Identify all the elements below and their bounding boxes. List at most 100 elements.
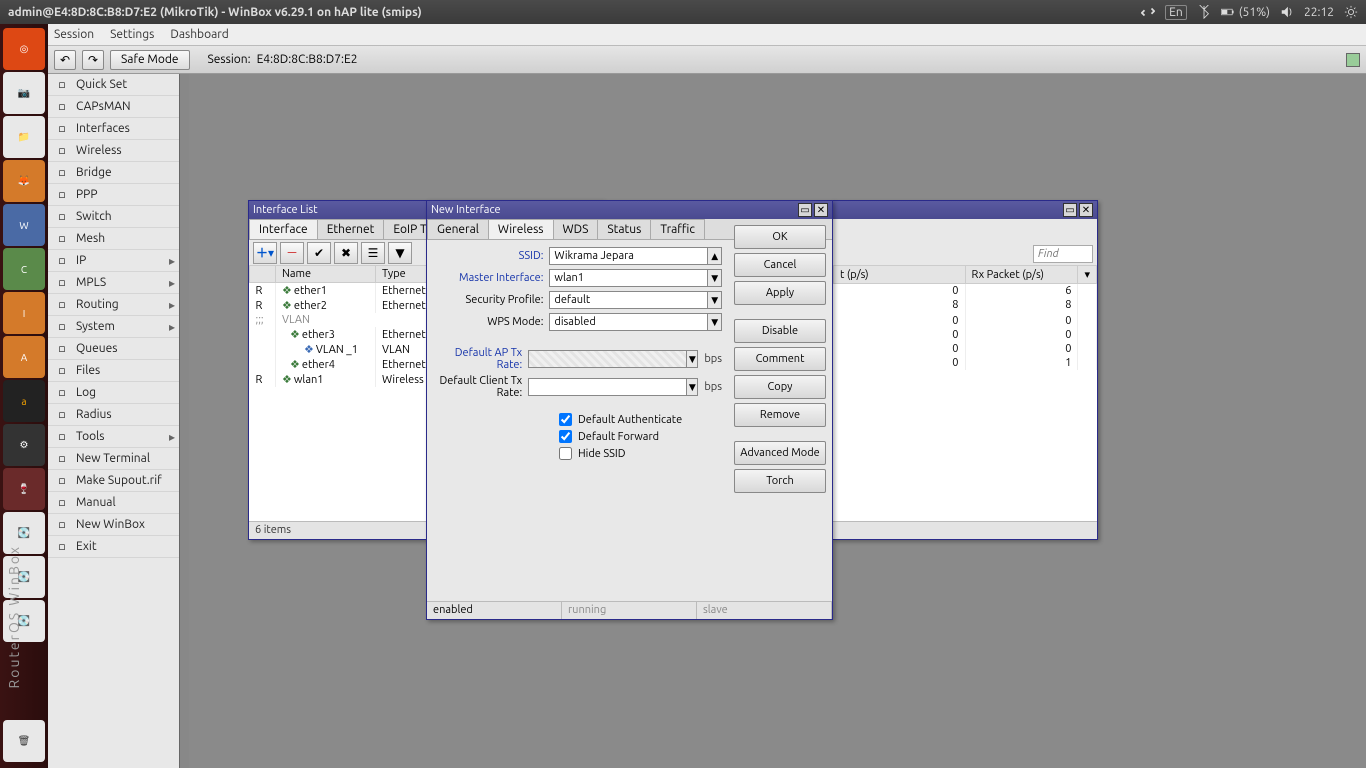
apply-button[interactable]: Apply [734,281,826,305]
sidebar-item-manual[interactable]: ▫Manual [48,492,179,514]
sidebar-item-make-supout.rif[interactable]: ▫Make Supout.rif [48,470,179,492]
sidebar-item-capsman[interactable]: ▫CAPsMAN [48,96,179,118]
col-name[interactable]: Name [276,266,376,283]
launcher-firefox[interactable]: 🦊 [3,160,45,202]
client-tx-rate-input[interactable] [528,378,687,396]
sound-indicator[interactable] [1280,5,1294,19]
side-menu-scrollbar[interactable] [179,74,189,768]
sidebar-item-new-terminal[interactable]: ▫New Terminal [48,448,179,470]
tab-status[interactable]: Status [597,219,651,239]
table-row[interactable]: 88 [834,298,1097,312]
cancel-button[interactable]: Cancel [734,253,826,277]
launcher-settings[interactable]: ⚙ [3,424,45,466]
find-input[interactable] [1033,245,1093,263]
col-flag[interactable] [250,266,276,283]
sidebar-item-routing[interactable]: ▫Routing▸ [48,294,179,316]
clienttx-dropdown[interactable]: ▼ [687,378,698,396]
sidebar-item-mpls[interactable]: ▫MPLS▸ [48,272,179,294]
launcher-files[interactable]: 📁 [3,116,45,158]
new-interface-titlebar[interactable]: New Interface ▭ ✕ [427,201,832,219]
sidebar-item-wireless[interactable]: ▫Wireless [48,140,179,162]
sidebar-item-ip[interactable]: ▫IP▸ [48,250,179,272]
launcher-calc[interactable]: C [3,248,45,290]
sidebar-item-queues[interactable]: ▫Queues [48,338,179,360]
battery-indicator[interactable]: (51%) [1221,5,1270,19]
torch-button[interactable]: Torch [734,469,826,493]
launcher-impress[interactable]: I [3,292,45,334]
table-row[interactable]: 01 [834,356,1097,370]
disable-button[interactable]: Disable [734,319,826,343]
comment-button[interactable]: ☰ [361,242,385,264]
col-tx[interactable]: t (p/s) [834,266,966,284]
close-icon[interactable]: ✕ [814,203,828,217]
sidebar-item-switch[interactable]: ▫Switch [48,206,179,228]
sidebar-item-ppp[interactable]: ▫PPP [48,184,179,206]
launcher-software[interactable]: A [3,336,45,378]
menu-dashboard[interactable]: Dashboard [170,28,228,41]
tab-interface[interactable]: Interface [249,219,318,239]
undo-button[interactable]: ↶ [54,50,76,70]
disable-button[interactable]: ✖ [334,242,358,264]
sidebar-item-mesh[interactable]: ▫Mesh [48,228,179,250]
hide-ssid-checkbox[interactable] [559,447,572,460]
launcher-writer[interactable]: W [3,204,45,246]
copy-button[interactable]: Copy [734,375,826,399]
sidebar-item-files[interactable]: ▫Files [48,360,179,382]
ap-tx-rate-input[interactable] [528,350,687,368]
table-row[interactable]: 00 [834,314,1097,328]
add-button[interactable]: ＋▾ [253,242,277,264]
close-icon[interactable]: ✕ [1079,203,1093,217]
ok-button[interactable]: OK [734,225,826,249]
launcher-dash[interactable]: ◎ [3,28,45,70]
menu-session[interactable]: Session [54,28,94,41]
default-forward-checkbox[interactable] [559,430,572,443]
ssid-up-button[interactable]: ▲ [708,247,722,265]
tab-general[interactable]: General [427,219,489,239]
sidebar-item-interfaces[interactable]: ▫Interfaces [48,118,179,140]
table-row[interactable]: 00 [834,328,1097,342]
lang-indicator[interactable]: En [1165,5,1187,20]
sidebar-item-tools[interactable]: ▫Tools▸ [48,426,179,448]
network-indicator[interactable] [1141,5,1155,19]
filter-button[interactable]: ▼ [388,242,412,264]
master-interface-input[interactable] [549,269,708,287]
default-auth-checkbox[interactable] [559,413,572,426]
minimize-icon[interactable]: ▭ [1063,203,1077,217]
tab-wds[interactable]: WDS [553,219,599,239]
aptx-dropdown[interactable]: ▼ [687,350,698,368]
tab-wireless[interactable]: Wireless [488,219,554,239]
remove-button[interactable]: Remove [734,403,826,427]
enable-button[interactable]: ✔ [307,242,331,264]
wps-mode-input[interactable] [549,313,708,331]
sidebar-item-log[interactable]: ▫Log [48,382,179,404]
clock[interactable]: 22:12 [1304,6,1334,19]
sidebar-item-exit[interactable]: ▫Exit [48,536,179,558]
sidebar-item-new-winbox[interactable]: ▫New WinBox [48,514,179,536]
col-rx[interactable]: Rx Packet (p/s) [965,266,1078,284]
safe-mode-button[interactable]: Safe Mode [110,50,190,70]
col-menu[interactable]: ▾ [1078,266,1097,284]
bluetooth-indicator[interactable] [1197,5,1211,19]
master-dropdown[interactable]: ▼ [708,269,722,287]
launcher-wine[interactable]: 🍷 [3,468,45,510]
tab-traffic[interactable]: Traffic [650,219,705,239]
table-row[interactable]: 00 [834,342,1097,356]
secprof-dropdown[interactable]: ▼ [708,291,722,309]
gear-icon[interactable] [1344,5,1358,19]
minimize-icon[interactable]: ▭ [798,203,812,217]
launcher-app-1[interactable]: 📷 [3,72,45,114]
comment-button[interactable]: Comment [734,347,826,371]
tab-ethernet[interactable]: Ethernet [317,219,385,239]
launcher-trash[interactable]: 🗑 [3,720,45,762]
remove-button[interactable]: － [280,242,304,264]
table-row[interactable]: 06 [834,284,1097,299]
menu-settings[interactable]: Settings [110,28,154,41]
stats-table[interactable]: t (p/s) Rx Packet (p/s) ▾ 068800000001 [833,265,1097,370]
sidebar-item-quick-set[interactable]: ▫Quick Set [48,74,179,96]
security-profile-input[interactable] [549,291,708,309]
redo-button[interactable]: ↷ [82,50,104,70]
sidebar-item-system[interactable]: ▫System▸ [48,316,179,338]
launcher-amazon[interactable]: a [3,380,45,422]
sidebar-item-radius[interactable]: ▫Radius [48,404,179,426]
advanced-mode-button[interactable]: Advanced Mode [734,441,826,465]
